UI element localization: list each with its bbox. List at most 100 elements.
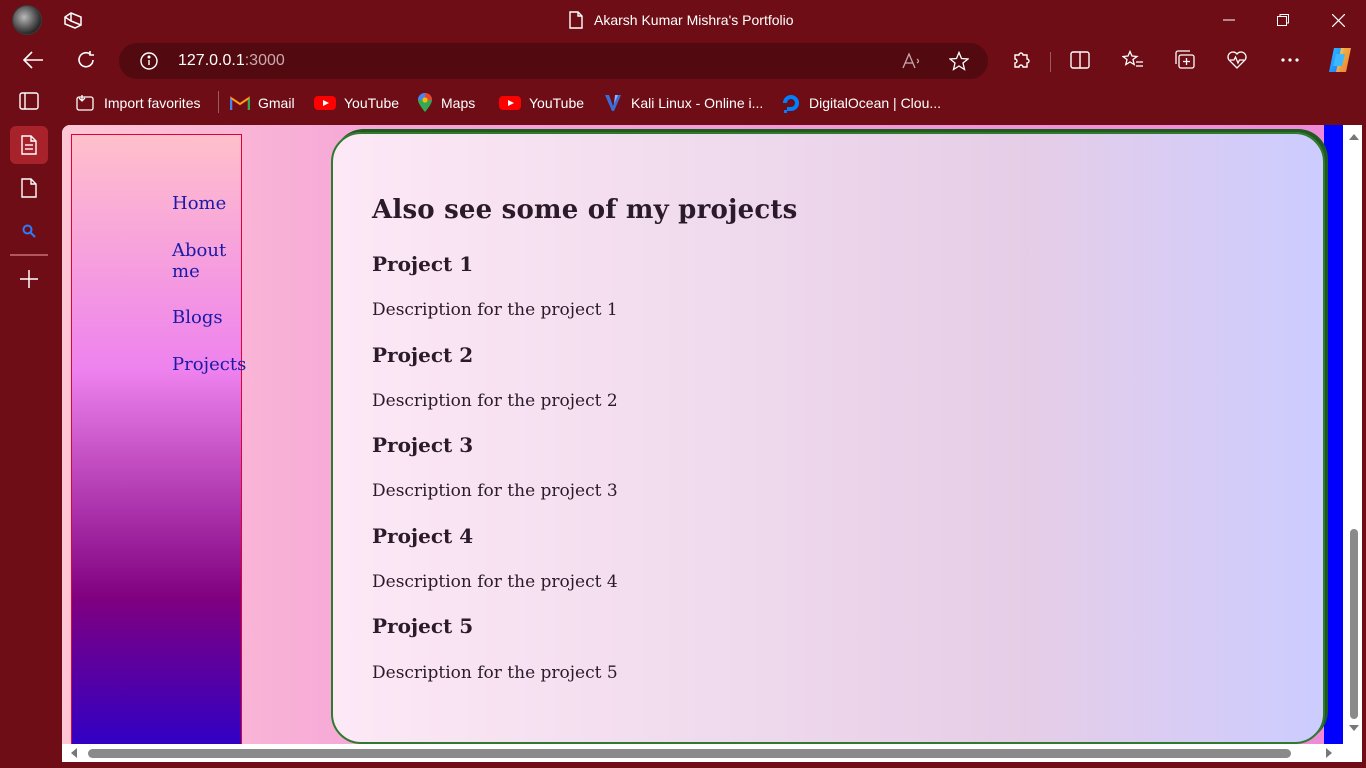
collections-button[interactable] <box>1165 40 1205 80</box>
kali-icon <box>605 95 621 111</box>
favorites-divider <box>218 91 219 113</box>
minimize-button[interactable] <box>1202 0 1256 40</box>
projects-card: Also see some of my projects Project 1 D… <box>331 132 1325 744</box>
project-description: Description for the project 4 <box>372 572 618 592</box>
favorite-digitalocean[interactable]: DigitalOcean | Clou... <box>781 92 941 114</box>
favorite-import[interactable]: Import favorites <box>76 92 200 114</box>
favorite-label: YouTube <box>344 95 400 111</box>
more-dots-icon <box>1281 58 1299 62</box>
horizontal-scroll-thumb[interactable] <box>88 749 1291 758</box>
project-title: Project 4 <box>372 524 474 548</box>
nav-link-home[interactable]: Home <box>172 193 226 214</box>
url-host: 127.0.0.1 <box>178 52 245 69</box>
favorite-youtube-1[interactable]: YouTube <box>314 92 399 114</box>
new-tab-button[interactable] <box>10 260 48 298</box>
navigation-bar: 127.0.0.1:3000 <box>0 40 1366 84</box>
tab-item[interactable] <box>10 169 48 207</box>
copilot-button[interactable] <box>1320 40 1360 80</box>
import-favorites-icon <box>76 95 94 111</box>
gmail-icon <box>230 95 250 110</box>
profile-avatar[interactable] <box>12 5 42 35</box>
minimize-icon <box>1223 19 1235 21</box>
favorite-maps[interactable]: Maps <box>417 92 475 114</box>
title-bar: Akarsh Kumar Mishra's Portfolio <box>0 0 1366 40</box>
heart-pulse-icon <box>1227 51 1247 69</box>
window-title: Akarsh Kumar Mishra's Portfolio <box>568 0 794 40</box>
favorite-star-icon[interactable] <box>949 51 969 71</box>
browser-essentials-button[interactable] <box>1217 40 1257 80</box>
extensions-button[interactable] <box>1002 40 1042 80</box>
youtube-icon <box>314 96 336 110</box>
page-icon <box>21 178 37 198</box>
horizontal-scrollbar[interactable] <box>62 744 1345 762</box>
window-title-text: Akarsh Kumar Mishra's Portfolio <box>594 12 794 28</box>
favorite-label: Gmail <box>258 95 295 111</box>
favorite-label: DigitalOcean | Clou... <box>809 95 942 111</box>
back-button[interactable] <box>13 40 53 80</box>
favorite-youtube-2[interactable]: YouTube <box>499 92 584 114</box>
site-info-icon[interactable] <box>139 51 159 71</box>
rail-divider <box>10 254 48 256</box>
scroll-right-arrow-icon[interactable] <box>1326 748 1333 758</box>
tab-center-button[interactable] <box>10 82 48 120</box>
split-screen-button[interactable] <box>1060 40 1100 80</box>
favorites-bar: Import favorites Gmail YouTube Maps YouT… <box>0 84 1366 122</box>
tab-actions-icon[interactable] <box>62 9 84 31</box>
nav-link-projects[interactable]: Projects <box>172 354 246 375</box>
favorites-list-icon <box>1122 50 1143 67</box>
favorites-button[interactable] <box>1113 40 1153 80</box>
youtube-icon <box>499 96 521 110</box>
close-icon <box>1331 13 1345 27</box>
refresh-button[interactable] <box>66 40 106 80</box>
page-right-edge <box>1324 125 1343 744</box>
tab-item-search[interactable] <box>10 212 48 250</box>
project-title: Project 5 <box>372 614 474 638</box>
back-arrow-icon <box>23 51 43 69</box>
settings-more-button[interactable] <box>1270 40 1310 80</box>
nav-link-blogs[interactable]: Blogs <box>172 307 223 328</box>
plus-icon <box>20 270 38 288</box>
close-button[interactable] <box>1311 0 1365 40</box>
site-sidebar: Home About me Blogs Projects <box>71 134 246 744</box>
project-title: Project 3 <box>372 433 474 457</box>
refresh-icon <box>78 51 94 68</box>
page-icon <box>569 11 583 29</box>
project-description: Description for the project 2 <box>372 391 618 411</box>
digitalocean-icon <box>783 95 799 113</box>
restore-button[interactable] <box>1256 0 1310 40</box>
projects-heading: Also see some of my projects <box>372 195 798 225</box>
project-title: Project 1 <box>372 252 474 276</box>
favorite-label: Maps <box>441 95 476 111</box>
read-aloud-icon[interactable] <box>901 51 923 71</box>
project-title: Project 2 <box>372 343 474 367</box>
collections-icon <box>1175 50 1195 69</box>
nav-link-about[interactable]: About me <box>172 240 232 282</box>
split-screen-icon <box>1070 51 1090 69</box>
favorite-gmail[interactable]: Gmail <box>230 92 295 114</box>
scroll-left-arrow-icon[interactable] <box>70 748 77 758</box>
puzzle-icon <box>1014 52 1030 68</box>
url-text[interactable]: 127.0.0.1:3000 <box>178 52 285 70</box>
scroll-down-arrow-icon[interactable] <box>1349 725 1359 732</box>
vertical-scroll-thumb[interactable] <box>1350 529 1358 719</box>
url-port: :3000 <box>244 52 285 69</box>
page-body: Home About me Blogs Projects Also see so… <box>62 125 1343 744</box>
web-viewport: Home About me Blogs Projects Also see so… <box>62 125 1362 762</box>
scroll-up-arrow-icon[interactable] <box>1349 133 1359 140</box>
search-icon <box>22 224 36 238</box>
favorite-label: Kali Linux - Online i... <box>631 95 764 111</box>
tab-item-active[interactable] <box>10 126 48 164</box>
address-bar[interactable]: 127.0.0.1:3000 <box>119 43 988 79</box>
favorite-label: Import favorites <box>104 95 201 111</box>
page-icon <box>21 135 37 155</box>
project-description: Description for the project 3 <box>372 481 618 501</box>
project-description: Description for the project 1 <box>372 300 618 320</box>
favorite-kali-linux[interactable]: Kali Linux - Online i... <box>603 92 763 114</box>
restore-icon <box>1277 14 1289 26</box>
vertical-tab-rail <box>0 92 56 768</box>
vertical-scrollbar[interactable] <box>1345 125 1362 744</box>
project-description: Description for the project 5 <box>372 663 618 683</box>
tab-panel-icon <box>19 92 39 110</box>
favorite-label: YouTube <box>529 95 585 111</box>
toolbar-divider <box>1050 52 1051 72</box>
